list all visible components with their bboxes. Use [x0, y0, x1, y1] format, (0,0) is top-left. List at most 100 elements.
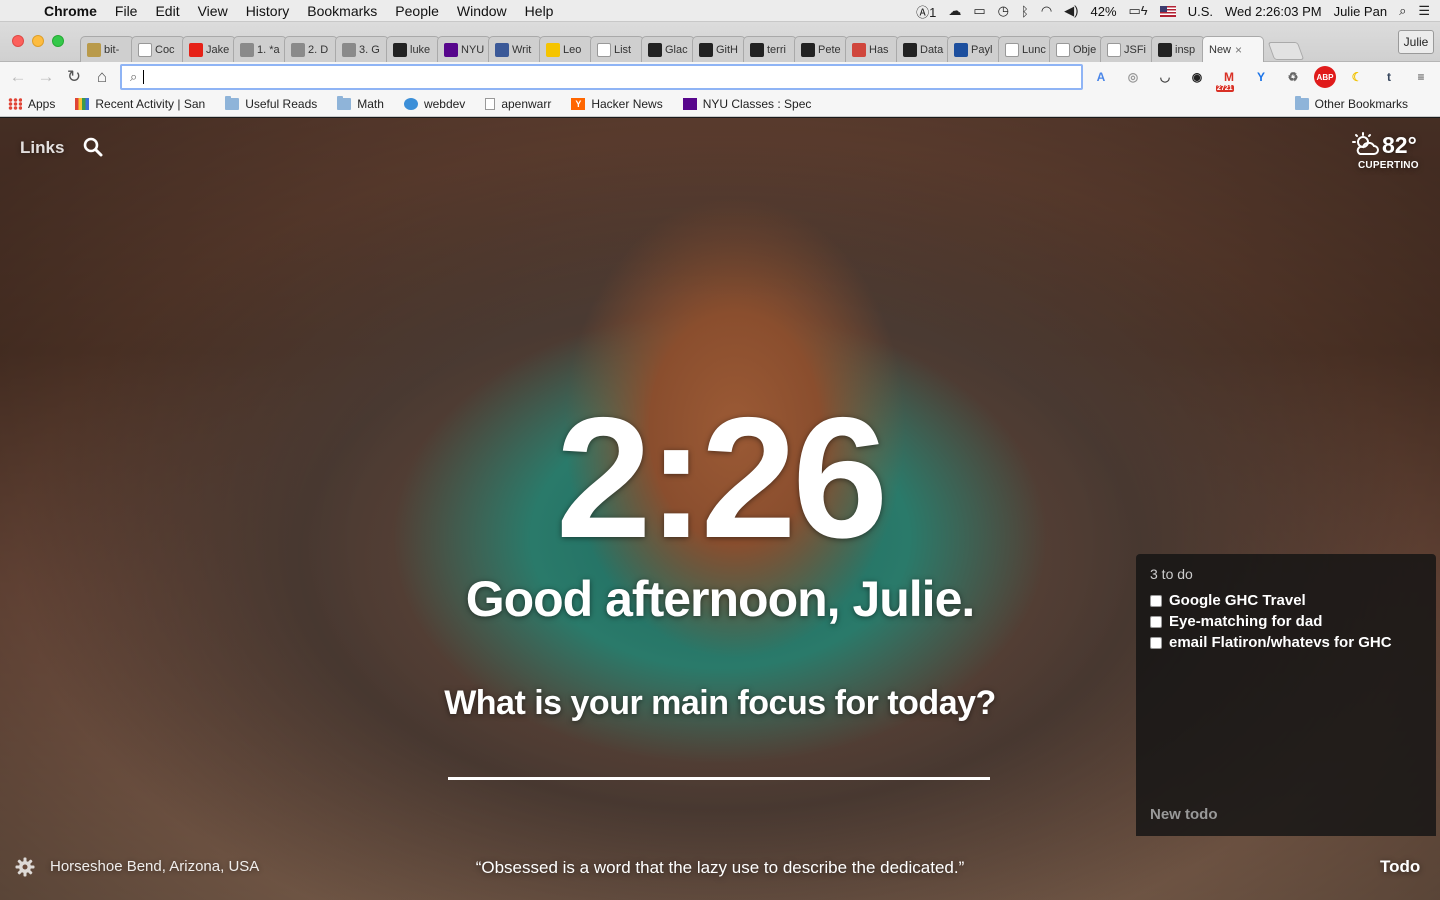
tab[interactable]: 2. D [284, 36, 338, 62]
gmail-icon[interactable]: M 2721 [1216, 66, 1240, 92]
colorpicker-icon[interactable]: ◉ [1186, 66, 1208, 88]
translate-icon[interactable]: A [1090, 66, 1112, 88]
profile-button[interactable]: Julie [1398, 30, 1434, 54]
todo-checkbox[interactable] [1150, 615, 1162, 628]
tab[interactable]: GitH [692, 36, 746, 62]
bluetooth-icon[interactable]: ᛒ [1021, 4, 1029, 19]
forward-arrow-icon[interactable]: → [32, 67, 60, 87]
tumblr-icon[interactable]: t [1378, 66, 1400, 88]
recycle-icon[interactable]: ♻ [1282, 66, 1304, 88]
new-tab-button[interactable] [1267, 42, 1305, 60]
todo-count: 3 to do [1150, 566, 1193, 582]
bookmark-other[interactable]: Other Bookmarks [1294, 96, 1408, 111]
focus-input[interactable] [448, 742, 990, 780]
todo-toggle-button[interactable]: Todo [1380, 857, 1420, 877]
menu-help[interactable]: Help [525, 3, 554, 19]
menu-bookmarks[interactable]: Bookmarks [307, 3, 377, 19]
search-icon[interactable] [82, 136, 104, 158]
input-source[interactable]: U.S. [1188, 4, 1213, 19]
tab[interactable]: Payl [947, 36, 1001, 62]
tab[interactable]: insp [1151, 36, 1205, 62]
tab[interactable]: NYU [437, 36, 491, 62]
zoom-window-button[interactable] [52, 35, 64, 47]
user-name[interactable]: Julie Pan [1334, 4, 1387, 19]
battery-icon[interactable]: ▭ϟ [1129, 3, 1148, 19]
yelp-icon[interactable]: Y [1250, 66, 1272, 88]
bookmark-nyu-classes[interactable]: NYU Classes : Spec [682, 97, 811, 111]
tab-label: bit- [104, 43, 120, 56]
todo-checkbox[interactable] [1150, 594, 1162, 607]
us-flag-icon[interactable] [1159, 5, 1176, 17]
tab[interactable]: Glac [641, 36, 695, 62]
volume-icon[interactable]: ◀) [1064, 3, 1078, 19]
bookmark-label: Math [357, 97, 384, 111]
tab[interactable]: Jake [182, 36, 236, 62]
close-window-button[interactable] [12, 35, 24, 47]
battery-percent[interactable]: 42% [1090, 4, 1116, 19]
bookmark-label: webdev [423, 97, 466, 111]
todo-item[interactable]: Google GHC Travel [1150, 590, 1392, 611]
menu-view[interactable]: View [198, 3, 228, 19]
links-button[interactable]: Links [20, 138, 64, 158]
airplay-icon[interactable]: ▭ [973, 3, 985, 19]
tab[interactable]: Leo [539, 36, 593, 62]
bookmark-hacker-news[interactable]: Y Hacker News [571, 97, 663, 111]
tab[interactable]: bit- [80, 36, 134, 62]
time-machine-icon[interactable]: ◷ [998, 3, 1009, 19]
tab[interactable]: terri [743, 36, 797, 62]
tab[interactable]: 1. *a [233, 36, 287, 62]
tab-label: Payl [971, 43, 993, 56]
pocket-icon[interactable]: ◡ [1154, 66, 1176, 88]
cloud-icon[interactable]: ☁ [948, 3, 961, 19]
home-icon[interactable]: ⌂ [88, 67, 116, 87]
tab[interactable]: Writ [488, 36, 542, 62]
bookmark-apenwarr[interactable]: apenwarr [485, 97, 551, 111]
moon-icon[interactable]: ☾ [1346, 66, 1368, 88]
todo-item[interactable]: Eye-matching for dad [1150, 611, 1392, 632]
bookmark-webdev[interactable]: webdev [403, 97, 466, 111]
adblock-icon[interactable]: ABP [1314, 66, 1336, 88]
clock-datetime[interactable]: Wed 2:26:03 PM [1225, 4, 1322, 19]
menu-app-name[interactable]: Chrome [44, 3, 97, 19]
github-icon [903, 42, 917, 57]
tab[interactable]: Lunc [998, 36, 1052, 62]
back-arrow-icon[interactable]: ← [4, 67, 32, 87]
tab-active[interactable]: New × [1202, 36, 1264, 62]
tab[interactable]: luke [386, 36, 440, 62]
menu-file[interactable]: File [115, 3, 138, 19]
bookmark-apps[interactable]: Apps [8, 97, 55, 111]
tab[interactable]: Obje [1049, 36, 1103, 62]
omnibox[interactable]: ⌕ [120, 64, 1083, 90]
menu-edit[interactable]: Edit [155, 3, 179, 19]
weather-temperature[interactable]: 82° [1382, 132, 1417, 159]
weather-location[interactable]: CUPERTINO [1358, 160, 1419, 171]
adobe-icon[interactable]: Ⓐ1 [916, 2, 936, 21]
todo-item[interactable]: email Flatiron/whatevs for GHC [1150, 632, 1392, 653]
todo-checkbox[interactable] [1150, 636, 1162, 649]
bookmark-useful-reads[interactable]: Useful Reads [225, 96, 317, 111]
bookmark-recent-activity[interactable]: Recent Activity | San [75, 97, 205, 111]
tab[interactable]: List [590, 36, 644, 62]
menu-history[interactable]: History [246, 3, 290, 19]
wifi-icon[interactable]: ◠ [1041, 3, 1052, 19]
tab[interactable]: Has [845, 36, 899, 62]
menu-icon[interactable]: ≡ [1410, 66, 1432, 88]
tab[interactable]: JSFi [1100, 36, 1154, 62]
tab[interactable]: Data [896, 36, 950, 62]
menu-window[interactable]: Window [457, 3, 507, 19]
reload-icon[interactable]: ↻ [60, 67, 88, 87]
tab[interactable]: Pete [794, 36, 848, 62]
partly-sunny-icon[interactable] [1352, 132, 1380, 158]
minimize-window-button[interactable] [32, 35, 44, 47]
spotlight-search-icon[interactable]: ⌕ [1399, 3, 1406, 19]
notification-center-icon[interactable]: ☰ [1418, 3, 1430, 19]
paypal-icon [954, 42, 968, 57]
new-todo-input[interactable] [1150, 806, 1420, 823]
ghostery-icon[interactable]: ◎ [1122, 66, 1144, 88]
bookmark-math[interactable]: Math [337, 96, 384, 111]
tab[interactable]: 3. G [335, 36, 389, 62]
tab[interactable]: Coc [131, 36, 185, 62]
daily-quote[interactable]: “Obsessed is a word that the lazy use to… [0, 858, 1440, 878]
menu-people[interactable]: People [395, 3, 439, 19]
close-tab-icon[interactable]: × [1235, 43, 1242, 57]
